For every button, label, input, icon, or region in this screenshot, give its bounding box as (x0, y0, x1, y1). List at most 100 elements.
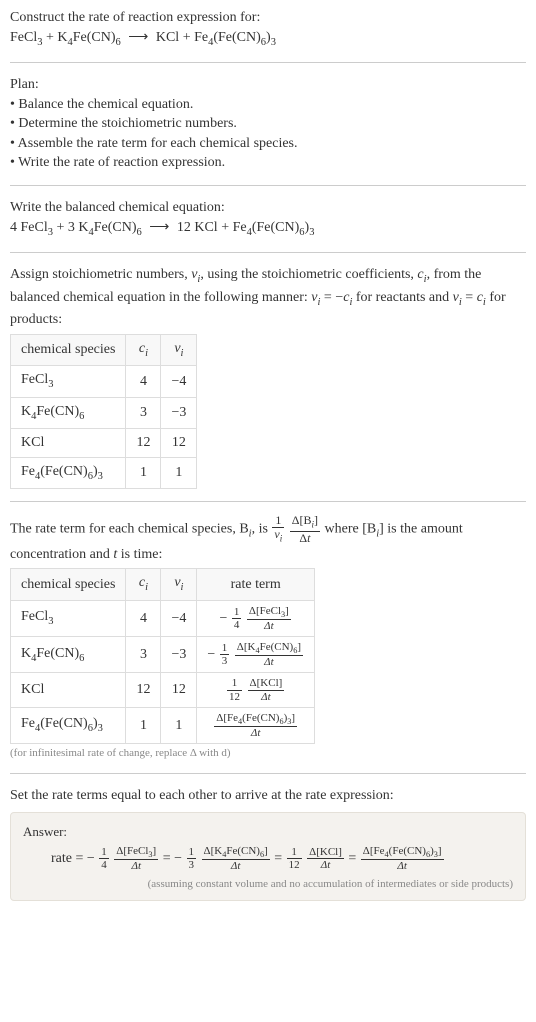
denominator: 4 (232, 619, 242, 631)
nui-cell: −3 (161, 397, 197, 428)
numerator: Δ[K4Fe(CN)6] (235, 641, 303, 656)
text: = − (320, 290, 343, 305)
text: K (21, 646, 31, 661)
numerator: Δ[KCl] (248, 677, 285, 690)
ci-cell: 3 (126, 637, 161, 673)
text: (Fe(CN) (389, 845, 426, 857)
denominator: Δt (247, 620, 291, 632)
numerator: 1 (232, 606, 242, 619)
species-cell: KCl (11, 673, 126, 707)
numerator: 1 (272, 514, 284, 528)
numerator: 1 (99, 846, 109, 859)
text: ] (314, 513, 318, 527)
fraction: Δ[Fe4(Fe(CN)6)3]Δt (361, 845, 444, 872)
rate-expression: rate = − 14 Δ[FeCl3]Δt = − 13 Δ[K4Fe(CN)… (51, 845, 513, 872)
i-sub: i (145, 347, 148, 358)
eq-sub: 3 (271, 36, 276, 47)
divider (10, 62, 526, 63)
text: , is (252, 522, 272, 537)
fraction: Δ[KCl]Δt (248, 677, 285, 702)
table-row: K4Fe(CN)6 3 −3 (11, 397, 197, 428)
final-heading: Set the rate terms equal to each other t… (10, 786, 526, 806)
plan-bullet: • Write the rate of reaction expression. (10, 153, 526, 173)
species-cell: K4Fe(CN)6 (11, 637, 126, 673)
text: for reactants and (352, 290, 452, 305)
answer-note: (assuming constant volume and no accumul… (23, 877, 513, 892)
eq-text: + 3 K (53, 220, 89, 235)
text: = (462, 290, 477, 305)
fraction: Δ[Bi] Δt (290, 514, 320, 544)
col-rate-term: rate term (197, 569, 315, 600)
denominator: 3 (187, 859, 197, 871)
text: Fe (21, 464, 35, 479)
eq-text: (Fe(CN) (252, 220, 299, 235)
ci-cell: 1 (126, 707, 161, 743)
text: Δ[FeCl (249, 605, 281, 617)
col-ci: ci (126, 569, 161, 600)
species-cell: Fe4(Fe(CN)6)3 (11, 457, 126, 488)
sub: 6 (79, 410, 84, 421)
denominator: Δt (114, 860, 158, 872)
eq-text: Fe(CN) (73, 30, 116, 45)
text: ] (291, 712, 295, 724)
eq-text: KCl + Fe (156, 30, 208, 45)
divider (10, 185, 526, 186)
table-row: FeCl3 4 −4 − 14 Δ[FeCl3]Δt (11, 600, 315, 636)
unbalanced-equation: FeCl3 + K4Fe(CN)6 ⟶ KCl + Fe4(Fe(CN)6)3 (10, 28, 526, 50)
fraction: 112 (287, 846, 302, 871)
numerator: 1 (220, 642, 230, 655)
fraction: Δ[FeCl3]Δt (247, 605, 291, 632)
numerator: Δ[K4Fe(CN)6] (202, 845, 270, 860)
fraction: Δ[K4Fe(CN)6]Δt (202, 845, 270, 872)
rate-term-cell: 112 Δ[KCl]Δt (197, 673, 315, 707)
species-cell: Fe4(Fe(CN)6)3 (11, 707, 126, 743)
nui-cell: 1 (161, 707, 197, 743)
divider (10, 773, 526, 774)
denominator: Δt (290, 532, 320, 545)
equals: = (348, 851, 359, 866)
table-header-row: chemical species ci νi (11, 334, 197, 365)
ci-cell: 12 (126, 429, 161, 458)
fraction: Δ[Fe4(Fe(CN)6)3]Δt (214, 712, 297, 739)
stoichiometry-table: chemical species ci νi FeCl3 4 −4 K4Fe(C… (10, 334, 197, 490)
col-nui: νi (161, 334, 197, 365)
i-sub: i (181, 582, 184, 593)
sub: 3 (48, 616, 53, 627)
i-sub: i (145, 582, 148, 593)
divider (10, 501, 526, 502)
fraction: Δ[KCl]Δt (307, 846, 344, 871)
sign: − (207, 647, 215, 662)
numerator: Δ[FeCl3] (114, 845, 158, 860)
denominator: 4 (99, 859, 109, 871)
sub: 3 (98, 723, 103, 734)
nui-cell: −4 (161, 600, 197, 636)
col-species: chemical species (11, 569, 126, 600)
text: (Fe(CN) (40, 464, 87, 479)
table-row: K4Fe(CN)6 3 −3 − 13 Δ[K4Fe(CN)6]Δt (11, 637, 315, 673)
fraction: 1 νi (272, 514, 284, 544)
fraction: Δ[FeCl3]Δt (114, 845, 158, 872)
text: where [B (325, 522, 377, 537)
col-species: chemical species (11, 334, 126, 365)
eq-text: (Fe(CN) (213, 30, 260, 45)
rate-term-table: chemical species ci νi rate term FeCl3 4… (10, 568, 315, 744)
plan-bullet: • Determine the stoichiometric numbers. (10, 114, 526, 134)
text: Fe(CN) (260, 641, 294, 653)
table-note: (for infinitesimal rate of change, repla… (10, 746, 526, 761)
eq-text: 4 FeCl (10, 220, 48, 235)
numerator: 1 (287, 846, 302, 859)
nui-cell: 12 (161, 429, 197, 458)
text: Fe(CN) (36, 646, 79, 661)
text: Δ[FeCl (116, 845, 148, 857)
denominator: 12 (227, 691, 242, 703)
fraction: 13 (187, 846, 197, 871)
text: Δ[K (204, 845, 223, 857)
construct-heading: Construct the rate of reaction expressio… (10, 8, 526, 28)
numerator: Δ[FeCl3] (247, 605, 291, 620)
col-ci: ci (126, 334, 161, 365)
text: Fe(CN) (36, 404, 79, 419)
text: Δ[Fe (363, 845, 385, 857)
table-row: FeCl3 4 −4 (11, 366, 197, 397)
eq-text: FeCl (10, 30, 37, 45)
rate-term-cell: Δ[Fe4(Fe(CN)6)3]Δt (197, 707, 315, 743)
